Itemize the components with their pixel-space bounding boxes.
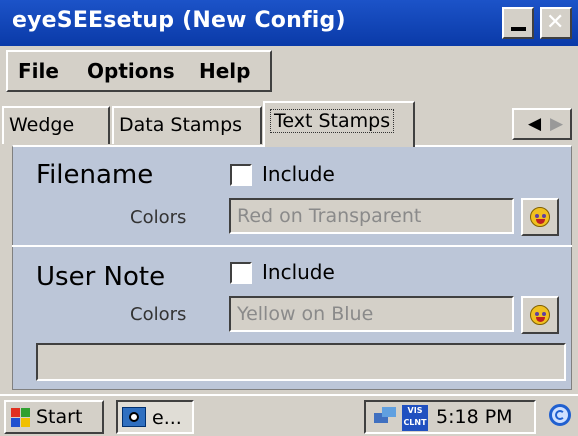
close-icon: ✕ (546, 10, 565, 35)
user-note-include-label: Include (262, 260, 335, 284)
window-title: eyeSEEsetup (New Config) (12, 8, 346, 33)
minimize-button[interactable] (502, 7, 534, 39)
user-note-colors-label: Colors (130, 304, 187, 325)
system-tray: VIS CLNT 5:18 PM (364, 400, 536, 434)
menu-help[interactable]: Help (199, 59, 250, 83)
tab-wedge[interactable]: Wedge (2, 106, 110, 144)
menu-file[interactable]: File (18, 59, 59, 83)
smiley-icon (530, 305, 550, 325)
user-note-color-picker-button[interactable] (521, 296, 559, 334)
preview-box (36, 343, 566, 381)
clock[interactable]: 5:18 PM (436, 406, 513, 428)
section-divider (12, 245, 572, 247)
filename-title: Filename (36, 160, 154, 190)
close-button[interactable]: ✕ (540, 7, 572, 39)
taskbar: Start e... VIS CLNT 5:18 PM (0, 394, 578, 436)
start-label: Start (36, 406, 83, 428)
desktop-button[interactable] (548, 402, 574, 430)
user-note-colors-field[interactable]: Yellow on Blue (229, 296, 514, 332)
filename-colors-label: Colors (130, 207, 187, 228)
filename-include-checkbox[interactable] (230, 164, 252, 186)
windows-flag-icon (11, 408, 31, 428)
user-note-include-checkbox[interactable] (230, 262, 252, 284)
taskbar-app-label: e... (152, 407, 182, 429)
scroll-left-icon[interactable]: ◀ (528, 114, 541, 134)
title-bar: eyeSEEsetup (New Config) ✕ (0, 0, 578, 46)
tab-wedge-label: Wedge (9, 114, 75, 136)
sync-icon[interactable]: VIS CLNT (402, 405, 428, 431)
eye-app-icon (122, 407, 146, 427)
filename-include-label: Include (262, 162, 335, 186)
minimize-icon (511, 27, 526, 31)
tab-data-stamps[interactable]: Data Stamps (112, 106, 262, 144)
taskbar-app-button[interactable]: e... (116, 400, 194, 434)
tab-data-stamps-label: Data Stamps (119, 114, 243, 136)
menu-bar: File Options Help (6, 50, 272, 92)
filename-color-picker-button[interactable] (521, 198, 559, 236)
smiley-icon (530, 207, 550, 227)
user-note-title: User Note (36, 262, 166, 292)
filename-colors-field[interactable]: Red on Transparent (229, 198, 514, 234)
network-icon[interactable] (374, 407, 396, 427)
tab-scroll-arrows: ◀ ▶ (512, 108, 572, 140)
menu-options[interactable]: Options (87, 59, 175, 83)
scroll-right-icon[interactable]: ▶ (550, 114, 563, 134)
tab-text-stamps[interactable]: Text Stamps (263, 101, 415, 147)
start-button[interactable]: Start (4, 400, 104, 434)
tab-text-stamps-label: Text Stamps (270, 109, 395, 133)
